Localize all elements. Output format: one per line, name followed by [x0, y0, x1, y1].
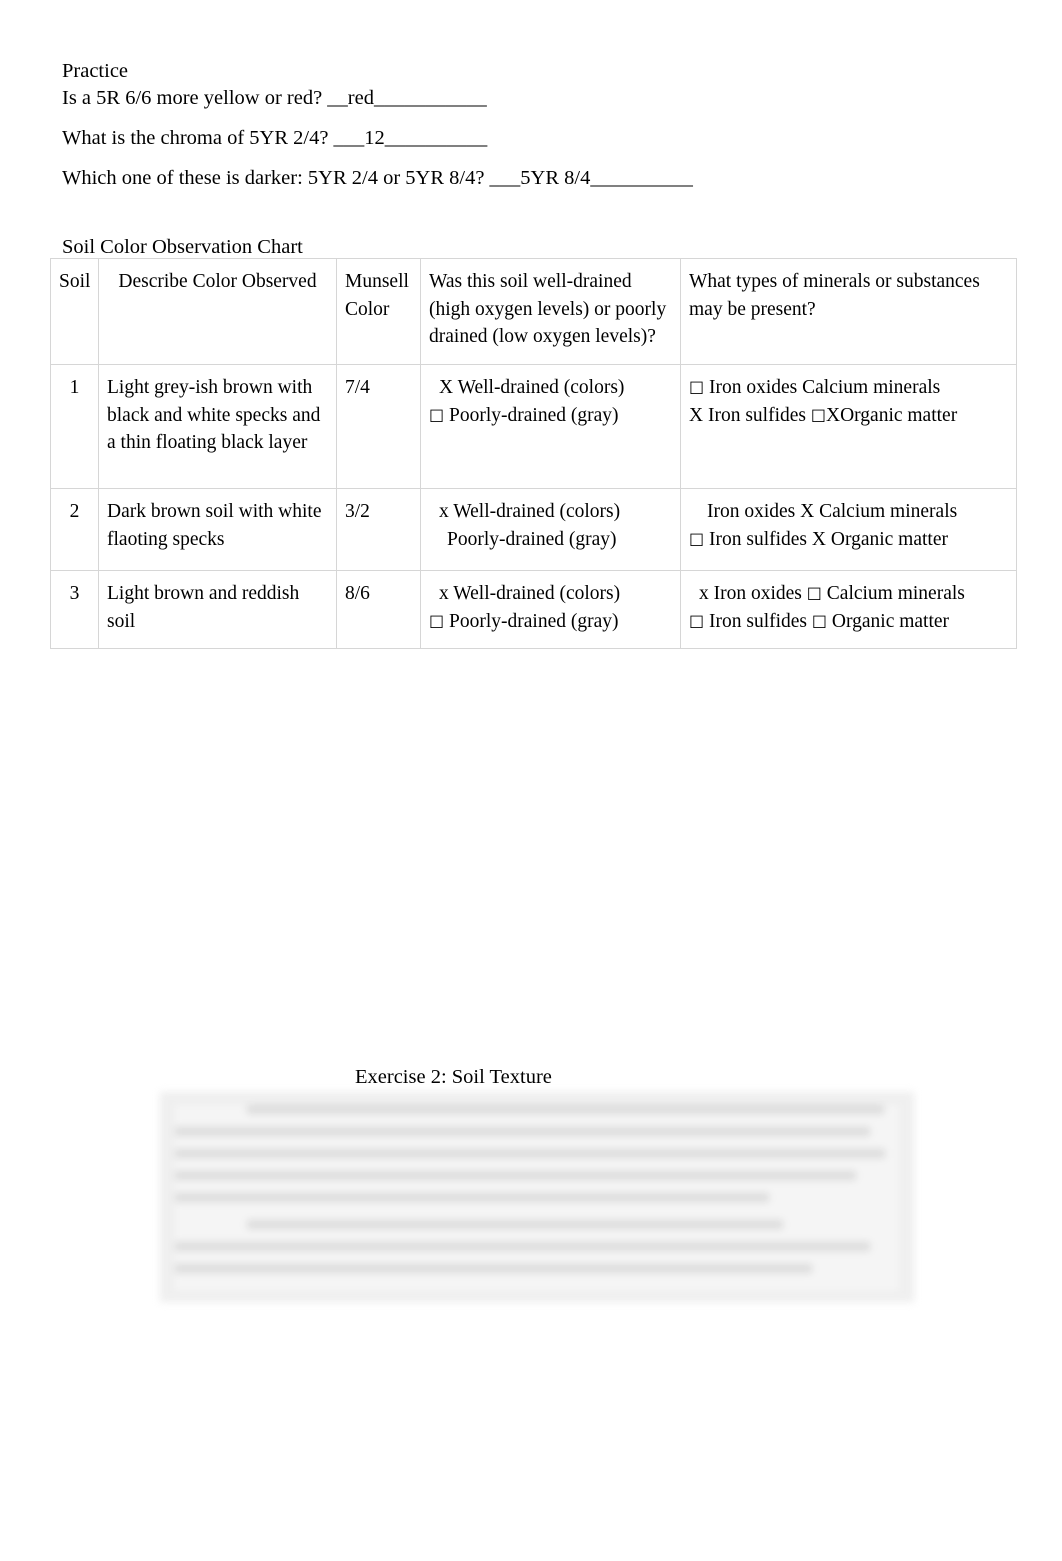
- mineral-iron-sulfides-label: Iron sulfides: [704, 610, 812, 632]
- drainage-poor-label: Poorly-drained (gray): [444, 404, 619, 426]
- row-munsell: 7/4: [336, 364, 421, 489]
- row-description: Light grey-ish brown with black and whit…: [98, 364, 337, 489]
- checkbox-icon[interactable]: □: [429, 405, 444, 424]
- checkbox-icon[interactable]: □: [811, 405, 826, 424]
- blurred-figure-content: [175, 1105, 899, 1291]
- blurred-paragraph: [175, 1105, 899, 1202]
- mineral-line-2[interactable]: X Iron sulfides □XOrganic matter: [689, 402, 1008, 430]
- blurred-text-line: [175, 1171, 856, 1180]
- checkbox-icon[interactable]: □: [807, 583, 822, 602]
- row-munsell: 8/6: [336, 570, 421, 649]
- blurred-text-line: [175, 1193, 769, 1202]
- table-row: 3 Light brown and reddish soil 8/6 x Wel…: [50, 570, 1017, 649]
- blurred-paragraph: [175, 1220, 899, 1273]
- row-drainage: x Well-drained (colors) □ Poorly-drained…: [420, 570, 681, 649]
- mineral-line-1[interactable]: x Iron oxides □ Calcium minerals: [689, 580, 1008, 608]
- checkbox-icon[interactable]: □: [689, 377, 704, 396]
- mineral-iron-oxides-label: x Iron oxides: [699, 583, 807, 604]
- row-description: Light brown and reddish soil: [98, 570, 337, 649]
- drainage-poor-label: Poorly-drained (gray): [447, 528, 617, 550]
- mineral-line-1[interactable]: Iron oxides X Calcium minerals: [689, 498, 1008, 526]
- drainage-poor-option[interactable]: □ Poorly-drained (gray): [429, 402, 672, 430]
- header-munsell-color: Munsell Color: [336, 258, 421, 365]
- row-number: 3: [50, 570, 99, 649]
- checkbox-icon[interactable]: □: [689, 611, 704, 630]
- blurred-text-line: [175, 1127, 871, 1136]
- mineral-organic-matter-label: XOrganic matter: [825, 404, 958, 426]
- mineral-line-1[interactable]: □ Iron oxides Calcium minerals: [689, 374, 1008, 402]
- row-minerals: □ Iron oxides Calcium minerals X Iron su…: [680, 364, 1017, 489]
- row-description: Dark brown soil with white flaoting spec…: [98, 488, 337, 571]
- drainage-well-option[interactable]: x Well-drained (colors): [429, 580, 672, 608]
- blurred-text-line: [175, 1264, 813, 1273]
- row-number: 1: [50, 364, 99, 489]
- checkbox-icon[interactable]: □: [812, 611, 827, 630]
- mineral-line-2-label: Iron sulfides X Organic matter: [704, 528, 948, 550]
- blurred-text-line: [175, 1242, 871, 1251]
- exercise-2-title: Exercise 2: Soil Texture: [355, 1066, 552, 1088]
- row-munsell: 3/2: [336, 488, 421, 571]
- soil-color-observation-table: Soil Describe Color Observed Munsell Col…: [50, 258, 1017, 649]
- row-number: 2: [50, 488, 99, 571]
- mineral-line-1-label: Iron oxides Calcium minerals: [704, 377, 941, 398]
- drainage-poor-option[interactable]: Poorly-drained (gray): [429, 526, 672, 554]
- table-row: 1 Light grey-ish brown with black and wh…: [50, 364, 1017, 489]
- checkbox-icon[interactable]: □: [429, 611, 444, 630]
- drainage-well-option[interactable]: x Well-drained (colors): [429, 498, 672, 526]
- row-minerals: Iron oxides X Calcium minerals □ Iron su…: [680, 488, 1017, 571]
- table-row: 2 Dark brown soil with white flaoting sp…: [50, 488, 1017, 571]
- header-soil: Soil: [50, 258, 99, 365]
- practice-section: Practice Is a 5R 6/6 more yellow or red?…: [62, 58, 982, 192]
- mineral-iron-sulfides-label: X Iron sulfides: [689, 404, 811, 426]
- drainage-poor-label: Poorly-drained (gray): [444, 610, 619, 632]
- mineral-calcium-label: Calcium minerals: [821, 583, 965, 604]
- blurred-text-figure: [160, 1092, 914, 1302]
- blurred-text-line: [247, 1220, 783, 1229]
- header-describe-color: Describe Color Observed: [98, 258, 337, 365]
- document-page: Practice Is a 5R 6/6 more yellow or red?…: [0, 0, 1062, 1561]
- row-minerals: x Iron oxides □ Calcium minerals □ Iron …: [680, 570, 1017, 649]
- header-minerals: What types of minerals or substances may…: [680, 258, 1017, 365]
- header-drainage: Was this soil well-drained (high oxygen …: [420, 258, 681, 365]
- blurred-text-line: [247, 1105, 885, 1114]
- checkbox-icon[interactable]: □: [689, 529, 704, 548]
- blurred-text-line: [175, 1149, 885, 1158]
- mineral-line-2[interactable]: □ Iron sulfides X Organic matter: [689, 526, 1008, 554]
- table-header-row: Soil Describe Color Observed Munsell Col…: [50, 258, 1017, 365]
- practice-question-2: What is the chroma of 5YR 2/4? ___12____…: [62, 127, 488, 149]
- practice-question-1: Is a 5R 6/6 more yellow or red? __red___…: [62, 87, 487, 109]
- soil-color-observation-table-wrapper: Soil Describe Color Observed Munsell Col…: [50, 258, 1017, 649]
- row-drainage: X Well-drained (colors) □ Poorly-drained…: [420, 364, 681, 489]
- practice-heading: Practice: [62, 60, 129, 82]
- drainage-well-option[interactable]: X Well-drained (colors): [429, 374, 672, 402]
- mineral-line-1-label: Iron oxides X Calcium minerals: [707, 501, 958, 522]
- mineral-line-2[interactable]: □ Iron sulfides □ Organic matter: [689, 608, 1008, 636]
- row-drainage: x Well-drained (colors) Poorly-drained (…: [420, 488, 681, 571]
- practice-question-3: Which one of these is darker: 5YR 2/4 or…: [62, 167, 693, 189]
- soil-chart-caption: Soil Color Observation Chart: [62, 236, 303, 258]
- mineral-organic-matter-label: Organic matter: [827, 610, 950, 632]
- drainage-poor-option[interactable]: □ Poorly-drained (gray): [429, 608, 672, 636]
